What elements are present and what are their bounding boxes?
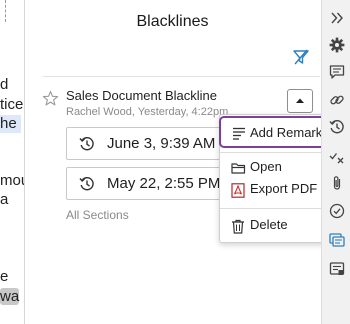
link-icon[interactable] [329,92,345,108]
blackline-subtitle: Rachel Wood, Yesterday, 4:22pm [66,106,229,118]
right-toolbar [321,0,350,324]
trash-icon [231,219,245,234]
document-edge: d tice he mou a e wa [0,0,25,324]
version-label: June 3, 9:39 AM [107,135,216,152]
doc-text-fragment: wa [0,288,20,306]
doc-text-fragment: mou [0,172,24,189]
remark-icon [232,126,246,140]
history-icon [79,136,95,152]
menu-item-label: Open [250,159,282,174]
blackline-icon[interactable] [329,232,345,248]
doc-text-fragment: d [0,76,9,93]
folder-icon [231,161,246,175]
blacklines-panel: Blacklines Sales Document Blackline Rach… [25,0,341,324]
pdf-icon [231,183,245,198]
doc-text-fragment: tice [0,96,24,113]
comment-icon[interactable] [329,64,345,80]
notes-icon[interactable] [329,261,345,277]
item-menu-button[interactable] [287,89,313,113]
paperclip-icon[interactable] [329,175,345,191]
menu-item-label: Add Remark [250,125,323,140]
doc-text-fragment: a [0,191,9,208]
history-icon [79,176,95,192]
collapse-icon[interactable] [329,10,345,26]
history-icon[interactable] [329,119,345,135]
panel-title: Blacklines [136,13,209,30]
all-sections-label[interactable]: All Sections [66,208,129,222]
filter-icon[interactable] [292,48,310,66]
star-icon[interactable] [42,90,59,107]
doc-text-fragment: e [0,268,9,285]
compare-icon[interactable] [329,148,345,164]
doc-text-fragment: he [0,115,21,133]
gear-icon[interactable] [329,37,345,53]
document-margin-line [5,0,6,22]
menu-item-label: Export PDF [250,181,318,196]
menu-item-label: Delete [250,217,288,232]
check-circle-icon[interactable] [329,203,345,219]
panel-divider [43,76,320,77]
doc-text-highlight: wa [0,288,20,305]
version-label: May 22, 2:55 PM [107,175,221,192]
caret-up-icon [296,98,304,103]
blackline-title[interactable]: Sales Document Blackline [66,88,217,103]
